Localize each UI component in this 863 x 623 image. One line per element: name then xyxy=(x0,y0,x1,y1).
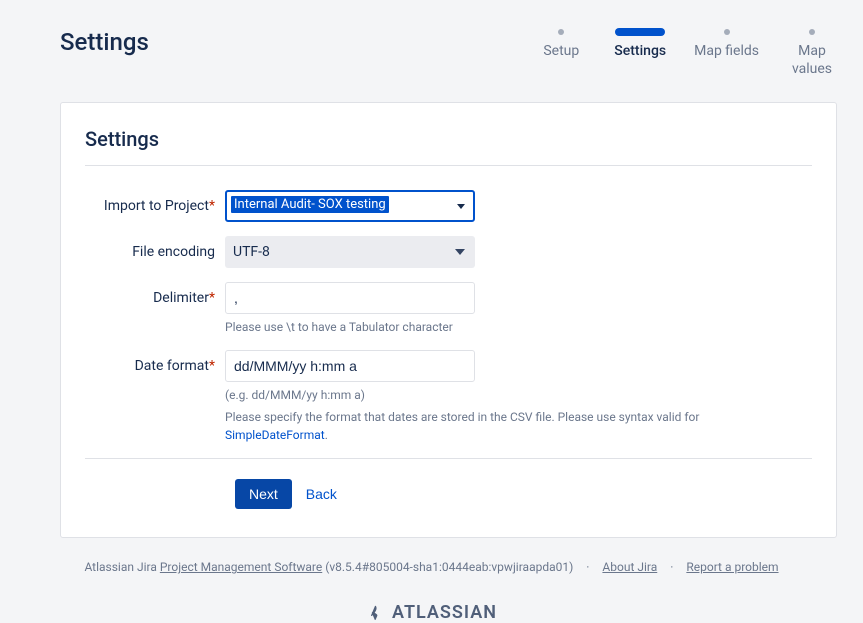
step-label: Settings xyxy=(614,42,666,60)
step-settings[interactable]: Settings xyxy=(614,28,666,60)
chevron-down-icon xyxy=(457,204,465,209)
file-encoding-select[interactable]: UTF-8 xyxy=(225,236,475,268)
step-dot-icon xyxy=(787,28,837,36)
step-dot-icon xyxy=(702,28,752,36)
pm-software-link[interactable]: Project Management Software xyxy=(160,560,322,574)
file-encoding-value: UTF-8 xyxy=(233,244,270,260)
delimiter-help: Please use \t to have a Tabulator charac… xyxy=(225,318,475,336)
date-format-help: Please specify the format that dates are… xyxy=(225,408,785,444)
step-map-values[interactable]: Map values xyxy=(787,28,837,78)
step-label: Setup xyxy=(543,42,579,60)
step-label: Map fields xyxy=(694,42,759,60)
file-encoding-label: File encoding xyxy=(85,236,225,260)
page-title: Settings xyxy=(60,28,149,56)
step-bar-icon xyxy=(615,28,665,36)
import-project-label: Import to Project* xyxy=(85,190,225,214)
date-format-input[interactable] xyxy=(225,350,475,382)
footer: Atlassian Jira Project Management Softwa… xyxy=(0,560,863,623)
import-project-select[interactable]: Internal Audit- SOX testing xyxy=(225,190,475,222)
about-jira-link[interactable]: About Jira xyxy=(602,560,657,574)
atlassian-logo: ATLASSIAN xyxy=(0,602,863,623)
step-map-fields[interactable]: Map fields xyxy=(694,28,759,60)
next-button[interactable]: Next xyxy=(235,479,292,509)
atlassian-icon xyxy=(366,604,384,622)
delimiter-label: Delimiter* xyxy=(85,282,225,306)
date-format-label: Date format* xyxy=(85,350,225,374)
step-dot-icon xyxy=(536,28,586,36)
delimiter-input[interactable] xyxy=(225,282,475,314)
step-label: Map values xyxy=(787,42,837,78)
date-format-example: (e.g. dd/MMM/yy h:mm a) xyxy=(225,386,785,404)
chevron-down-icon xyxy=(455,249,465,255)
import-project-value: Internal Audit- SOX testing xyxy=(231,196,389,213)
back-button[interactable]: Back xyxy=(306,486,337,502)
card-title: Settings xyxy=(85,127,812,166)
simple-date-format-link[interactable]: SimpleDateFormat xyxy=(225,428,325,442)
step-setup[interactable]: Setup xyxy=(536,28,586,60)
report-problem-link[interactable]: Report a problem xyxy=(686,560,778,574)
wizard-steps: Setup Settings Map fields Map values xyxy=(536,28,837,78)
